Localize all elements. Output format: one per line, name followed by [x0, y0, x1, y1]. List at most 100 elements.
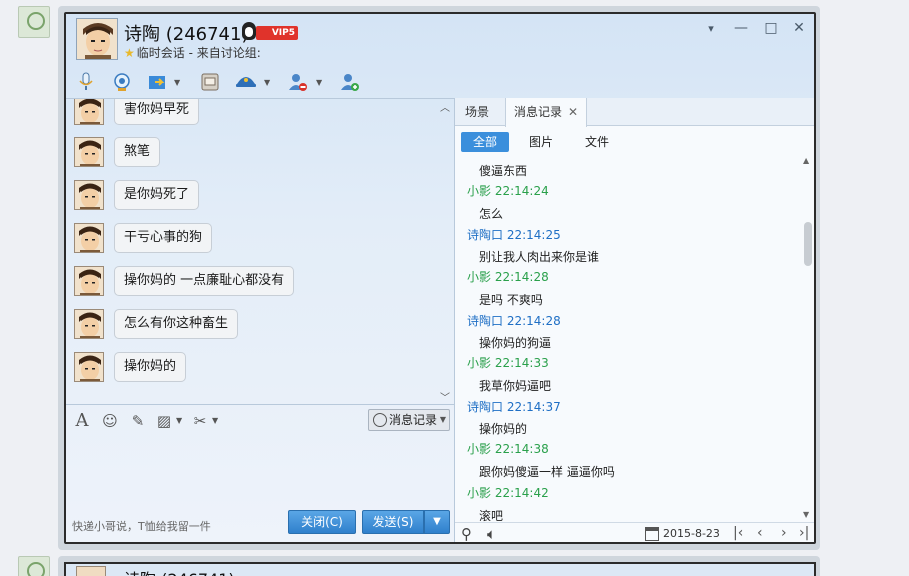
- tab-message-history-label: 消息记录: [514, 105, 563, 119]
- scroll-down-icon[interactable]: ▼: [803, 510, 809, 519]
- close-icon[interactable]: ✕: [790, 20, 808, 36]
- history-date[interactable]: 2015-8-23: [663, 527, 720, 540]
- log-message: 傻逼东西: [479, 164, 528, 178]
- message-bubble: 操你妈的: [114, 352, 187, 382]
- close-button[interactable]: 关闭(C): [288, 510, 356, 534]
- message-input[interactable]: [66, 436, 454, 512]
- right-tabs: 场景 消息记录 ✕: [455, 98, 814, 127]
- message-bubble: 害你妈早死: [114, 99, 200, 125]
- filter-files[interactable]: 文件: [573, 132, 621, 152]
- log-message: 滚吧: [479, 509, 504, 522]
- log-sender-time: 诗陶口 22:14:25: [467, 228, 561, 242]
- file-transfer-icon[interactable]: [146, 70, 170, 94]
- message-bubble: 煞笔: [114, 137, 161, 167]
- message-bubble: 是你妈死了: [114, 180, 200, 210]
- font-icon[interactable]: A: [72, 411, 92, 431]
- app-dropdown-icon[interactable]: ▼: [264, 78, 270, 87]
- contact-avatar[interactable]: [76, 18, 118, 60]
- history-scrollbar[interactable]: ▲ ▼: [803, 156, 813, 522]
- session-subtitle: ★ 临时会话 - 来自讨论组:: [124, 44, 261, 61]
- sender-avatar[interactable]: [74, 223, 104, 253]
- dropdown-icon[interactable]: ▾: [702, 22, 720, 35]
- send-button[interactable]: 发送(S): [362, 510, 424, 534]
- log-message: 怎么: [479, 207, 504, 221]
- history-log[interactable]: 傻逼东西 小影 22:14:24 怎么 诗陶口 22:14:25 别让我人肉出来…: [455, 158, 801, 522]
- last-page-icon[interactable]: ›|: [799, 525, 809, 541]
- screenshot-dropdown-icon[interactable]: ▼: [212, 416, 218, 425]
- history-pane: 场景 消息记录 ✕ 全部 图片 文件 傻逼东西 小影 22:14:24 怎么 诗陶…: [454, 98, 814, 542]
- log-message: 是吗 不爽吗: [479, 293, 543, 307]
- edit-icon[interactable]: ✎: [128, 411, 148, 431]
- calendar-icon[interactable]: [645, 527, 659, 541]
- file-transfer-dropdown-icon[interactable]: ▼: [174, 78, 180, 87]
- log-sender-time: 诗陶口 22:14:28: [467, 314, 561, 328]
- close-tab-icon[interactable]: ✕: [568, 105, 578, 119]
- contact-avatar[interactable]: [76, 566, 106, 576]
- message-list[interactable]: ︿ 害你妈早死 煞笔 是你妈死了 干亏心事的狗 操你妈的 一点廉耻心都没有 怎么…: [66, 98, 454, 404]
- next-page-icon[interactable]: ›: [781, 525, 787, 541]
- clock-icon: [373, 413, 387, 427]
- sender-avatar[interactable]: [74, 352, 104, 382]
- ad-text[interactable]: 快递小哥说，T恤给我留一件: [72, 518, 211, 534]
- block-user-dropdown-icon[interactable]: ▼: [316, 78, 322, 87]
- emoji-icon[interactable]: ☺: [100, 411, 120, 431]
- scroll-up-icon[interactable]: ︿: [440, 99, 450, 114]
- sender-avatar[interactable]: [74, 180, 104, 210]
- log-message: 操你妈的狗逼: [479, 336, 552, 350]
- block-user-icon[interactable]: [286, 70, 310, 94]
- chat-window-2: 诗陶 (246741): [64, 562, 816, 576]
- log-message: 别让我人肉出来你是谁: [479, 250, 600, 264]
- chat-toolbar: ▼ ▼ ▼: [74, 68, 374, 98]
- history-dropdown-icon: ▼: [439, 415, 446, 424]
- speaker-icon[interactable]: 🔈︎: [487, 525, 496, 542]
- vip-penguin-icon: [242, 22, 256, 40]
- history-footer: ⚲ 🔈︎ 2015-8-23 |‹ ‹ › ›|: [455, 522, 814, 542]
- app-icon[interactable]: [234, 70, 258, 94]
- log-sender-time: 诗陶口 22:14:37: [467, 400, 561, 414]
- minimize-icon[interactable]: —: [732, 20, 750, 36]
- add-contact-icon[interactable]: [338, 70, 362, 94]
- image-icon[interactable]: ▨: [154, 411, 174, 431]
- filter-all[interactable]: 全部: [461, 132, 509, 152]
- scroll-thumb[interactable]: [804, 222, 812, 266]
- vip-badge[interactable]: VIP5: [256, 26, 298, 40]
- input-toolbar: A ☺ ✎ ▨ ▼ ✂ ▼ 消息记录 ▼: [66, 404, 454, 436]
- message-history-button[interactable]: 消息记录 ▼: [368, 409, 450, 431]
- sender-avatar[interactable]: [74, 137, 104, 167]
- log-message: 操你妈的: [479, 422, 528, 436]
- sender-avatar[interactable]: [74, 266, 104, 296]
- first-page-icon[interactable]: |‹: [733, 525, 743, 541]
- log-message: 我草你妈逼吧: [479, 379, 552, 393]
- image-dropdown-icon[interactable]: ▼: [176, 416, 182, 425]
- screenshot-cut-icon[interactable]: ✂: [190, 411, 210, 431]
- filter-images[interactable]: 图片: [517, 132, 565, 152]
- contact-name: 诗陶 (246741): [124, 24, 249, 45]
- log-sender-time: 小影 22:14:33: [467, 356, 549, 370]
- voice-icon[interactable]: [74, 70, 98, 94]
- message-bubble: 干亏心事的狗: [114, 223, 213, 253]
- screenshot-icon[interactable]: [198, 70, 222, 94]
- scroll-down-icon[interactable]: ﹀: [440, 389, 450, 404]
- star-icon: ★: [124, 46, 135, 60]
- scroll-up-icon[interactable]: ▲: [803, 156, 809, 165]
- log-sender-time: 小影 22:14:28: [467, 270, 549, 284]
- sender-avatar[interactable]: [74, 309, 104, 339]
- sender-avatar[interactable]: [74, 99, 104, 125]
- chat-window: 诗陶 (246741) VIP5 ★ 临时会话 - 来自讨论组: ▾ — □ ✕ …: [64, 12, 816, 544]
- title-bar: 诗陶 (246741) VIP5 ★ 临时会话 - 来自讨论组: ▾ — □ ✕: [66, 14, 814, 70]
- send-options-icon[interactable]: ▼: [424, 510, 450, 534]
- log-sender-time: 小影 22:14:24: [467, 184, 549, 198]
- tab-scene[interactable]: 场景: [457, 98, 497, 126]
- tab-message-history[interactable]: 消息记录 ✕: [505, 98, 588, 127]
- log-sender-time: 小影 22:14:42: [467, 486, 549, 500]
- feed-avatar[interactable]: [18, 6, 50, 38]
- message-history-label: 消息记录: [389, 413, 438, 427]
- maximize-icon[interactable]: □: [762, 20, 780, 36]
- search-icon[interactable]: ⚲: [461, 525, 472, 542]
- feed-avatar-2[interactable]: [18, 556, 50, 576]
- log-sender-time: 小影 22:14:38: [467, 442, 549, 456]
- message-bubble: 操你妈的 一点廉耻心都没有: [114, 266, 295, 296]
- prev-page-icon[interactable]: ‹: [757, 525, 763, 541]
- message-bubble: 怎么有你这种畜生: [114, 309, 239, 339]
- video-icon[interactable]: [110, 70, 134, 94]
